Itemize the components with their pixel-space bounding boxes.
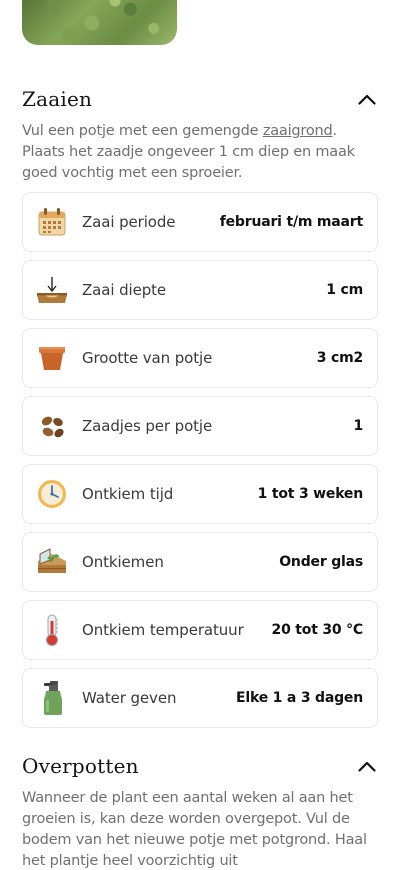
- section-intro: Vul een potje met een gemengde zaaigrond…: [22, 123, 355, 181]
- chevron-up-icon[interactable]: [356, 88, 378, 110]
- zaaigrond-link[interactable]: zaaigrond: [263, 123, 333, 139]
- info-card-grootte-potje: Grootte van potje 3 cm2: [22, 328, 378, 388]
- card-value: 20 tot 30 °C: [271, 622, 364, 638]
- sowing-depth-icon: [35, 273, 69, 307]
- card-value: 1 tot 3 weken: [257, 486, 364, 502]
- calendar-icon: [35, 205, 69, 239]
- card-label: Zaai periode: [82, 213, 176, 231]
- info-card-ontkiemen: Ontkiemen Onder glas: [22, 532, 378, 592]
- info-card-ontkiem-temperatuur: Ontkiem temperatuur 20 tot 30 °C: [22, 600, 378, 660]
- card-value: Onder glas: [279, 554, 363, 570]
- section-intro: Wanneer de plant een aantal weken al aan…: [22, 790, 367, 869]
- card-label: Grootte van potje: [82, 349, 213, 367]
- section-title: Overpotten: [22, 754, 139, 778]
- info-card-zaadjes-per-potje: Zaadjes per potje 1: [22, 396, 378, 456]
- section-header-zaaien[interactable]: Zaaien: [22, 85, 378, 113]
- info-card-water-geven: Water geven Elke 1 a 3 dagen: [22, 668, 378, 728]
- chevron-up-icon[interactable]: [356, 755, 378, 777]
- info-card-zaai-periode: Zaai periode februari t/m maart: [22, 192, 378, 252]
- greenhouse-icon: [35, 545, 69, 579]
- card-label: Water geven: [82, 689, 177, 707]
- info-card-zaai-diepte: Zaai diepte 1 cm: [22, 260, 378, 320]
- card-label: Ontkiem temperatuur: [82, 621, 244, 639]
- plant-photo: [22, 0, 177, 45]
- card-label: Ontkiemen: [82, 553, 164, 571]
- seeds-icon: [35, 409, 69, 443]
- section-header-overpotten[interactable]: Overpotten: [22, 752, 378, 780]
- info-card-ontkiem-tijd: Ontkiem tijd 1 tot 3 weken: [22, 464, 378, 524]
- card-value: 3 cm2: [316, 350, 363, 366]
- card-label: Zaadjes per potje: [82, 417, 213, 435]
- thermometer-icon: [35, 613, 69, 647]
- card-value: 1 cm: [326, 282, 363, 298]
- clock-icon: [35, 477, 69, 511]
- spray-bottle-icon: [35, 681, 69, 715]
- card-value: februari t/m maart: [219, 214, 363, 230]
- section-title: Zaaien: [22, 87, 93, 111]
- card-value: Elke 1 a 3 dagen: [236, 690, 363, 706]
- card-label: Ontkiem tijd: [82, 485, 174, 503]
- card-value: 1: [353, 418, 363, 434]
- pot-icon: [35, 341, 69, 375]
- card-label: Zaai diepte: [82, 281, 167, 299]
